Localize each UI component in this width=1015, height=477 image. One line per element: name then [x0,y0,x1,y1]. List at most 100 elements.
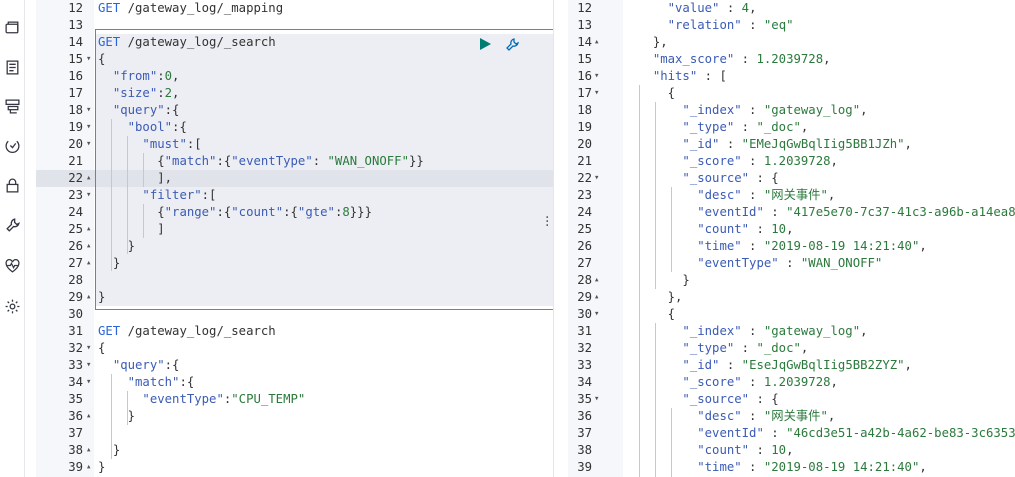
line-number: 34 [577,375,592,389]
code-line[interactable]: 14 ▴ }, [568,34,1015,51]
code-line[interactable]: 18 "_index" : "gateway_log", [568,102,1015,119]
code-line[interactable]: 16 ▾ "hits" : [ [568,68,1015,85]
code-line[interactable]: 29 ▴ }, [568,289,1015,306]
response-viewer: 12 "value" : 4, 13 "relation" : "eq" 14 ▴ }… [568,0,1015,477]
fold-toggle-icon[interactable]: ▴ [86,255,91,272]
fold-toggle-icon[interactable]: ▴ [86,170,91,187]
monitoring-icon[interactable] [3,256,21,274]
fold-toggle-icon[interactable]: ▾ [86,136,91,153]
code-text: "eventId" : "46cd3e51-a42b-4a62-be83-3c6… [697,426,1015,440]
dashboard-icon[interactable] [3,58,21,76]
fold-toggle-icon[interactable]: ▴ [86,442,91,459]
line-number: 30 [577,307,592,321]
code-line[interactable]: 25 "count" : 10, [568,221,1015,238]
code-text: } [127,409,136,423]
fold-toggle-icon[interactable]: ▾ [86,340,91,357]
code-line[interactable]: 24 "eventId" : "417e5e70-7c37-41c3-a96b-… [568,204,1015,221]
pane-splitter[interactable] [553,0,569,477]
fold-toggle-icon[interactable]: ▾ [594,68,599,85]
fold-toggle-icon[interactable]: ▾ [86,119,91,136]
line-number: 14 [577,35,592,49]
code-line[interactable]: 28 ▴ } [568,272,1015,289]
selected-request-frame [95,29,572,310]
play-icon[interactable] [478,37,492,51]
fold-toggle-icon[interactable]: ▴ [594,272,599,289]
fold-toggle-icon[interactable]: ▴ [86,459,91,476]
code-line[interactable]: 15 "max_score" : 1.2039728, [568,51,1015,68]
line-number: 33 [68,358,83,372]
line-number: 36 [577,409,592,423]
fold-toggle-icon[interactable]: ▾ [594,170,599,187]
code-line[interactable]: 37 "eventId" : "46cd3e51-a42b-4a62-be83-… [568,425,1015,442]
code-line[interactable]: 12 GET /gateway_log/_mapping [36,0,553,17]
wrench-icon[interactable] [504,37,520,53]
fold-toggle-icon[interactable]: ▴ [86,408,91,425]
canvas-icon[interactable] [3,97,21,115]
discover-icon[interactable] [3,19,21,37]
code-line[interactable]: 39 ▴} [36,459,553,476]
code-line[interactable]: 33 ▾ "query":{ [36,357,553,374]
code-line[interactable]: 37 [36,425,553,442]
fold-toggle-icon[interactable]: ▾ [594,306,599,323]
code-text: "_index" : "gateway_log", [682,324,868,338]
code-line[interactable]: 38 ▴ } [36,442,553,459]
code-line[interactable]: 33 "_id" : "EseJqGwBqlIig5BB2ZYZ", [568,357,1015,374]
vertical-dots-icon[interactable]: · · · [545,211,549,233]
fold-toggle-icon[interactable]: ▴ [594,289,599,306]
dev-tools-icon[interactable] [3,216,21,234]
code-line[interactable]: 32 "_type" : "_doc", [568,340,1015,357]
code-line[interactable]: 27 "eventType" : "WAN_ONOFF" [568,255,1015,272]
code-line[interactable]: 13 "relation" : "eq" [568,17,1015,34]
code-line[interactable]: 12 "value" : 4, [568,0,1015,17]
line-number: 26 [577,239,592,253]
code-text: "hits" : [ [652,69,727,83]
code-line[interactable]: 23 "desc" : "网关事件", [568,187,1015,204]
code-text: "match":{ [127,375,195,389]
code-line[interactable]: 21 "_score" : 1.2039728, [568,153,1015,170]
code-text: "eventType":"CPU_TEMP" [142,392,306,406]
fold-toggle-icon[interactable]: ▾ [86,51,91,68]
security-icon[interactable] [3,176,21,194]
code-text: { [667,307,676,321]
fold-toggle-icon[interactable]: ▾ [86,357,91,374]
fold-toggle-icon[interactable]: ▴ [594,34,599,51]
code-line[interactable]: 22 ▾ "_source" : { [568,170,1015,187]
line-number: 21 [577,154,592,168]
line-number: 14 [68,35,83,49]
code-line[interactable]: 20 "_id" : "EMeJqGwBqlIig5BB1JZh", [568,136,1015,153]
fold-toggle-icon[interactable]: ▾ [594,85,599,102]
fold-toggle-icon[interactable]: ▾ [86,187,91,204]
fold-toggle-icon[interactable]: ▴ [86,238,91,255]
code-line[interactable]: 35 "eventType":"CPU_TEMP" [36,391,553,408]
code-text: "value" : 4, [667,1,757,15]
line-number: 18 [68,103,83,117]
apm-icon[interactable] [3,136,21,154]
code-line[interactable]: 36 "desc" : "网关事件", [568,408,1015,425]
code-line[interactable]: 19 "_type" : "_doc", [568,119,1015,136]
code-text: "_source" : { [682,392,779,406]
line-number: 13 [577,18,592,32]
settings-icon[interactable] [3,297,21,315]
code-line[interactable]: 31 GET /gateway_log/_search [36,323,553,340]
fold-toggle-icon[interactable]: ▾ [86,102,91,119]
fold-toggle-icon[interactable]: ▾ [594,391,599,408]
fold-toggle-icon[interactable]: ▴ [86,221,91,238]
code-line[interactable]: 30 ▾ { [568,306,1015,323]
code-line[interactable]: 38 "count" : 10, [568,442,1015,459]
fold-toggle-icon[interactable]: ▾ [86,374,91,391]
code-line[interactable]: 26 "time" : "2019-08-19 14:21:40", [568,238,1015,255]
code-line[interactable]: 36 ▴ } [36,408,553,425]
code-line[interactable]: 32 ▾ { [36,340,553,357]
code-line[interactable]: 35 ▾ "_source" : { [568,391,1015,408]
code-line[interactable]: 34 ▾ "match":{ [36,374,553,391]
code-line[interactable]: 34 "_score" : 1.2039728, [568,374,1015,391]
line-number: 19 [68,120,83,134]
code-line[interactable]: 17 ▾ { [568,85,1015,102]
code-line[interactable]: 39 "time" : "2019-08-19 14:21:40", [568,459,1015,476]
code-text: "eventId" : "417e5e70-7c37-41c3-a96b-a14… [697,205,1015,219]
code-text: "_id" : "EMeJqGwBqlIig5BB1JZh", [682,137,912,151]
line-number: 16 [68,69,83,83]
line-number: 25 [577,222,592,236]
fold-toggle-icon[interactable]: ▴ [86,289,91,306]
code-line[interactable]: 31 "_index" : "gateway_log", [568,323,1015,340]
